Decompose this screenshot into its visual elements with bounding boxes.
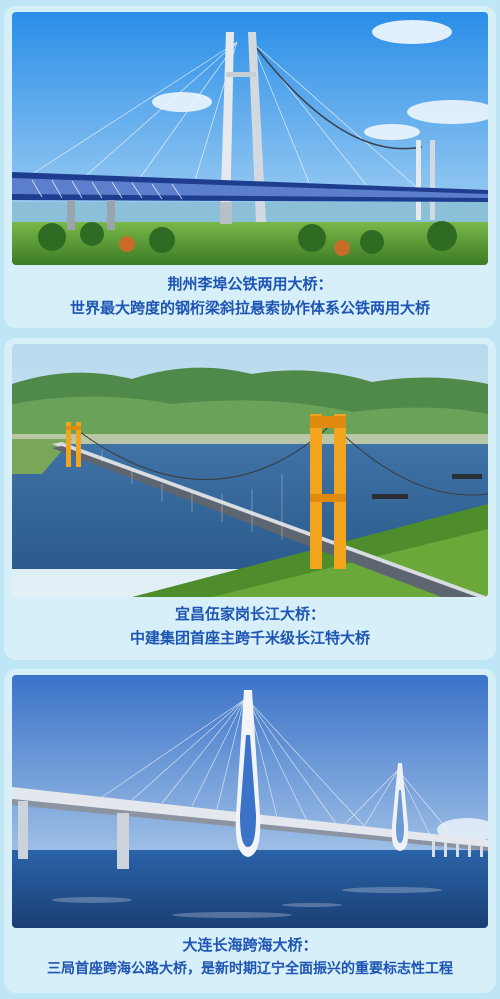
bridge-title: 荆州李埠公铁两用大桥：	[167, 275, 333, 293]
bridge-title: 宜昌伍家岗长江大桥：	[174, 605, 325, 623]
bridge-caption: 宜昌伍家岗长江大桥： 中建集团首座主跨千米级长江特大桥	[4, 602, 496, 650]
bridge-photo-yichang	[12, 344, 488, 597]
bridge-photo-dalian	[12, 675, 488, 928]
bridge-card-yichang: 宜昌伍家岗长江大桥： 中建集团首座主跨千米级长江特大桥	[4, 338, 496, 660]
bridge-photo-jingzhou	[12, 12, 488, 265]
bridge-card-jingzhou: 荆州李埠公铁两用大桥： 世界最大跨度的钢桁梁斜拉悬索协作体系公铁两用大桥	[4, 6, 496, 328]
bridge-subtitle: 三局首座跨海公路大桥，是新时期辽宁全面振兴的重要标志性工程	[47, 961, 453, 977]
bridge-caption: 荆州李埠公铁两用大桥： 世界最大跨度的钢桁梁斜拉悬索协作体系公铁两用大桥	[4, 272, 496, 320]
bridge-subtitle: 世界最大跨度的钢桁梁斜拉悬索协作体系公铁两用大桥	[69, 299, 430, 317]
bridge-subtitle: 中建集团首座主跨千米级长江特大桥	[129, 629, 370, 647]
bridge-caption: 大连长海跨海大桥： 三局首座跨海公路大桥，是新时期辽宁全面振兴的重要标志性工程	[4, 933, 496, 981]
bridge-title: 大连长海跨海大桥：	[182, 936, 318, 954]
bridge-card-dalian: 大连长海跨海大桥： 三局首座跨海公路大桥，是新时期辽宁全面振兴的重要标志性工程	[4, 669, 496, 993]
